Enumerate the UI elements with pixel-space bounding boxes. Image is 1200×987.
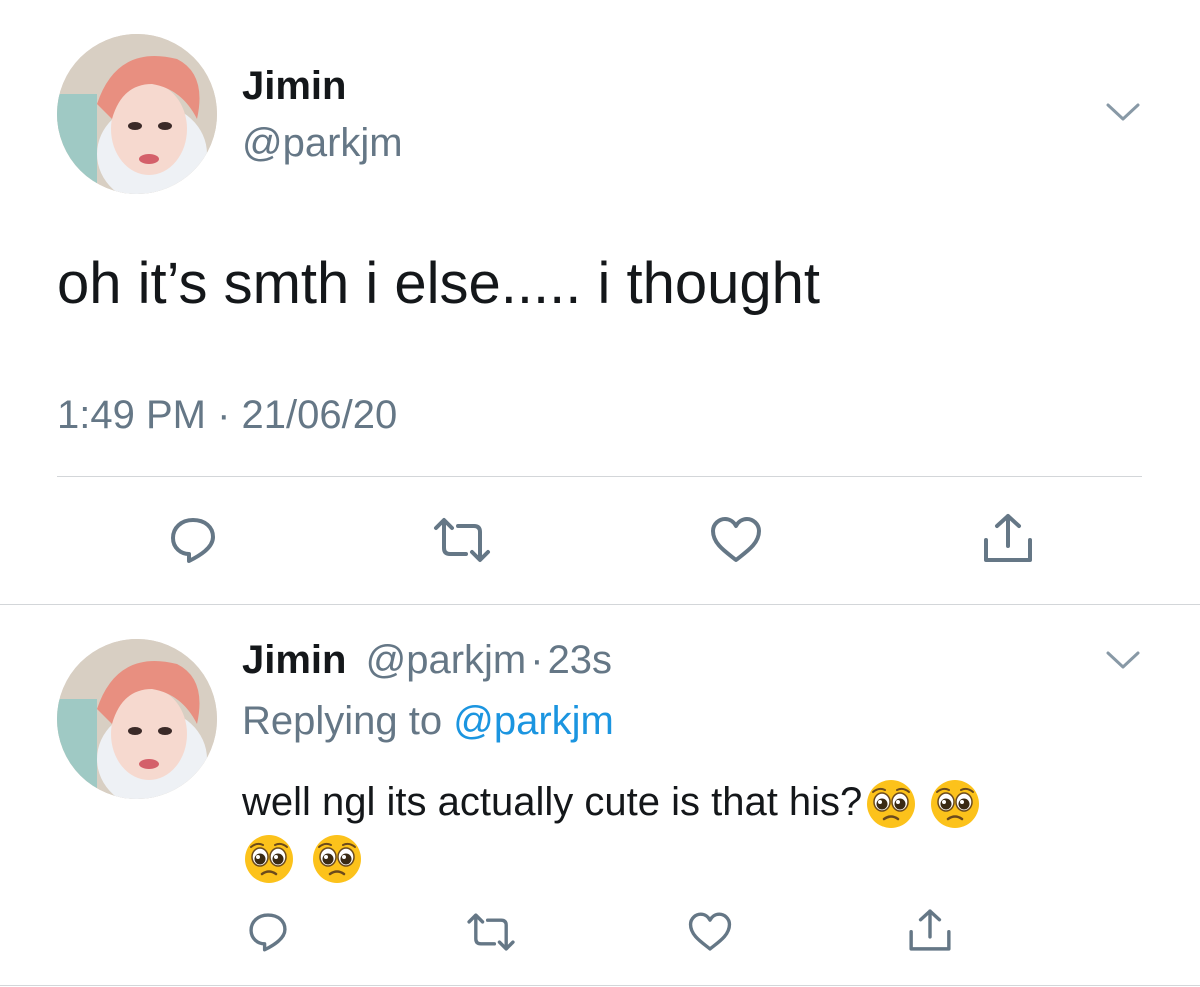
tweet-timestamp[interactable]: 1:49 PM · 21/06/20: [57, 393, 397, 438]
reply-emoji-row: [242, 832, 364, 886]
divider: [0, 985, 1200, 986]
replying-to: Replying to @parkjm: [242, 699, 614, 744]
heart-icon[interactable]: [708, 514, 764, 566]
user-handle[interactable]: @parkjm: [242, 121, 403, 166]
avatar-image: [57, 34, 217, 194]
heart-icon[interactable]: [686, 910, 734, 954]
share-icon[interactable]: [906, 906, 954, 954]
reply-text-content: well ngl its actually cute is that his?: [242, 780, 863, 824]
chevron-down-icon[interactable]: [1104, 648, 1142, 672]
divider: [57, 476, 1142, 477]
share-icon[interactable]: [980, 510, 1036, 566]
reply-header: Jimin @parkjm · 23s: [242, 638, 612, 683]
reply-icon[interactable]: [246, 910, 290, 954]
reply-icon[interactable]: [167, 514, 219, 566]
avatar[interactable]: [57, 639, 217, 799]
tweet-time-ago[interactable]: 23s: [548, 638, 613, 682]
pleading-face-emoji: [310, 832, 364, 886]
avatar[interactable]: [57, 34, 217, 194]
pleading-face-emoji: [928, 777, 982, 831]
retweet-icon[interactable]: [464, 910, 518, 954]
divider: [0, 604, 1200, 605]
pleading-face-emoji: [864, 777, 918, 831]
tweet-text: oh it’s smth i else..... i thought: [57, 251, 820, 316]
chevron-down-icon[interactable]: [1104, 100, 1142, 124]
replying-to-label: Replying to: [242, 699, 443, 743]
display-name[interactable]: Jimin: [242, 64, 346, 109]
replying-to-handle[interactable]: @parkjm: [453, 699, 614, 743]
reply-text: well ngl its actually cute is that his?: [242, 772, 1142, 832]
avatar-image: [57, 639, 217, 799]
retweet-icon[interactable]: [430, 514, 494, 566]
display-name[interactable]: Jimin: [242, 638, 346, 682]
separator: ·: [530, 638, 544, 682]
user-handle[interactable]: @parkjm: [366, 638, 527, 682]
pleading-face-emoji: [242, 832, 296, 886]
